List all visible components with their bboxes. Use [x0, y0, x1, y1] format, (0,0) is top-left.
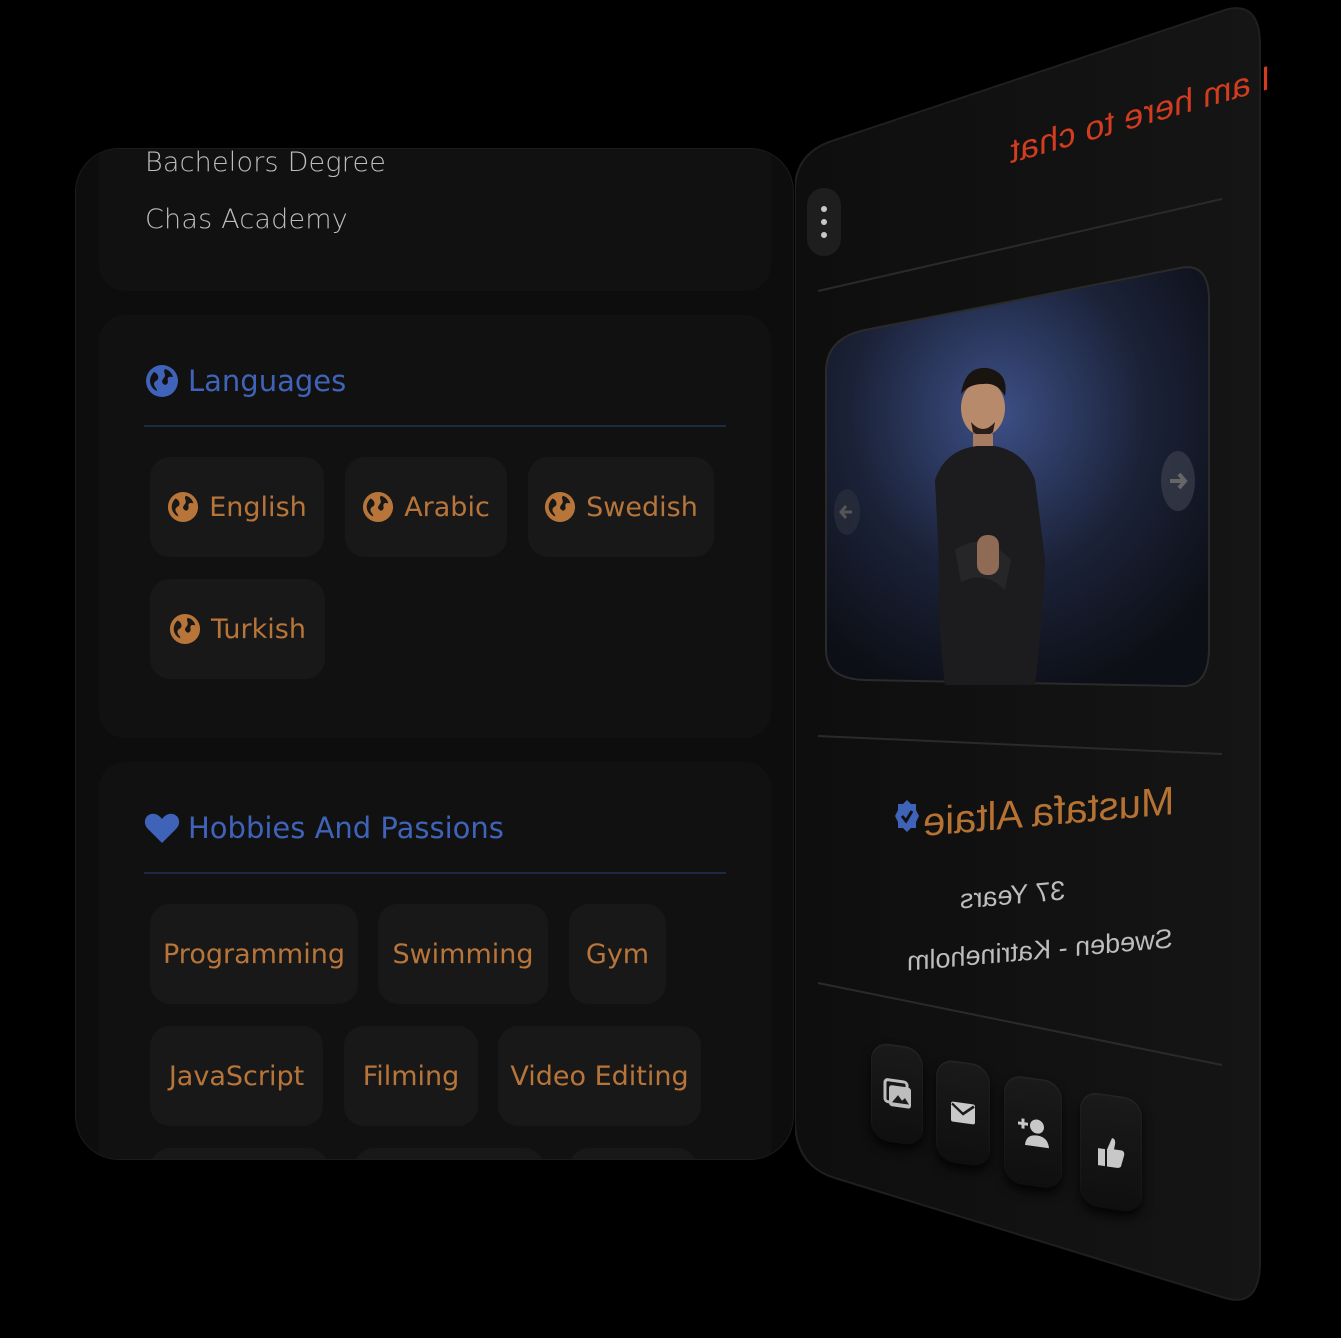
- profile-card[interactable]: I am here to chat Mustafa Altaie 37 Year…: [795, 0, 1341, 1338]
- hobby-chip-overflow[interactable]: [569, 1148, 697, 1159]
- school-text: Chas Academy: [145, 204, 348, 235]
- globe-icon: [144, 363, 180, 399]
- hobby-label: Swimming: [392, 938, 534, 970]
- languages-heading: Languages: [144, 363, 346, 399]
- hobby-label: Programming: [163, 938, 345, 970]
- hobby-label: Filming: [362, 1060, 460, 1092]
- hobby-chip-filming[interactable]: Filming: [344, 1026, 478, 1126]
- language-chip-english[interactable]: English: [150, 457, 324, 557]
- like-button[interactable]: [1080, 1090, 1142, 1214]
- globe-icon: [168, 491, 199, 523]
- heart-icon: [144, 810, 180, 846]
- add-friend-icon: [1018, 1118, 1049, 1149]
- language-chip-turkish[interactable]: Turkish: [150, 579, 325, 679]
- globe-icon: [545, 491, 576, 523]
- next-photo-button[interactable]: [1160, 450, 1196, 512]
- globe-icon: [169, 613, 201, 645]
- hobbies-card: Hobbies And Passions Programming Swimmin…: [99, 762, 771, 1159]
- hobby-chip-gym[interactable]: Gym: [569, 904, 666, 1004]
- verified-badge-icon: [895, 800, 919, 832]
- dot-icon: [821, 206, 827, 212]
- language-chip-swedish[interactable]: Swedish: [528, 457, 714, 557]
- hobby-chip-overflow[interactable]: [150, 1148, 328, 1159]
- dot-icon: [821, 232, 827, 238]
- languages-card: Languages English Arabic Swedish Turkish: [99, 315, 771, 738]
- prev-photo-button[interactable]: [833, 488, 861, 536]
- like-icon: [1098, 1138, 1125, 1168]
- hobby-chip-swimming[interactable]: Swimming: [378, 904, 548, 1004]
- education-card: Bachelors Degree Chas Academy: [99, 148, 771, 291]
- gallery-icon: [883, 1078, 911, 1109]
- hobby-chip-programming[interactable]: Programming: [150, 904, 358, 1004]
- hobby-chip-javascript[interactable]: JavaScript: [150, 1026, 323, 1126]
- hobbies-divider: [144, 872, 726, 874]
- add-friend-button[interactable]: [1004, 1073, 1062, 1191]
- degree-text: Bachelors Degree: [145, 148, 387, 178]
- mail-icon: [951, 1101, 975, 1125]
- hobby-label: Gym: [585, 938, 650, 970]
- language-label: Swedish: [586, 491, 698, 523]
- profile-photo: [935, 367, 1045, 685]
- dot-icon: [821, 219, 827, 225]
- profile-card-scene: I am here to chat Mustafa Altaie 37 Year…: [795, 0, 1341, 1338]
- languages-divider: [144, 425, 726, 427]
- hobbies-title: Hobbies And Passions: [188, 811, 504, 845]
- globe-icon: [363, 491, 394, 523]
- language-chip-arabic[interactable]: Arabic: [345, 457, 507, 557]
- language-label: Arabic: [404, 491, 490, 523]
- languages-title: Languages: [188, 364, 347, 398]
- hobby-chip-video-editing[interactable]: Video Editing: [498, 1026, 701, 1126]
- message-button[interactable]: [936, 1058, 990, 1168]
- language-label: English: [209, 491, 307, 523]
- hobbies-heading: Hobbies And Passions: [144, 810, 504, 846]
- gallery-button[interactable]: [871, 1041, 923, 1147]
- profile-details-panel[interactable]: Bachelors Degree Chas Academy Languages …: [75, 148, 794, 1160]
- hobby-label: Video Editing: [510, 1060, 689, 1092]
- more-options-button[interactable]: [807, 188, 841, 256]
- hobby-chip-overflow[interactable]: [354, 1148, 544, 1159]
- language-label: Turkish: [211, 613, 306, 645]
- hobby-label: JavaScript: [168, 1060, 305, 1092]
